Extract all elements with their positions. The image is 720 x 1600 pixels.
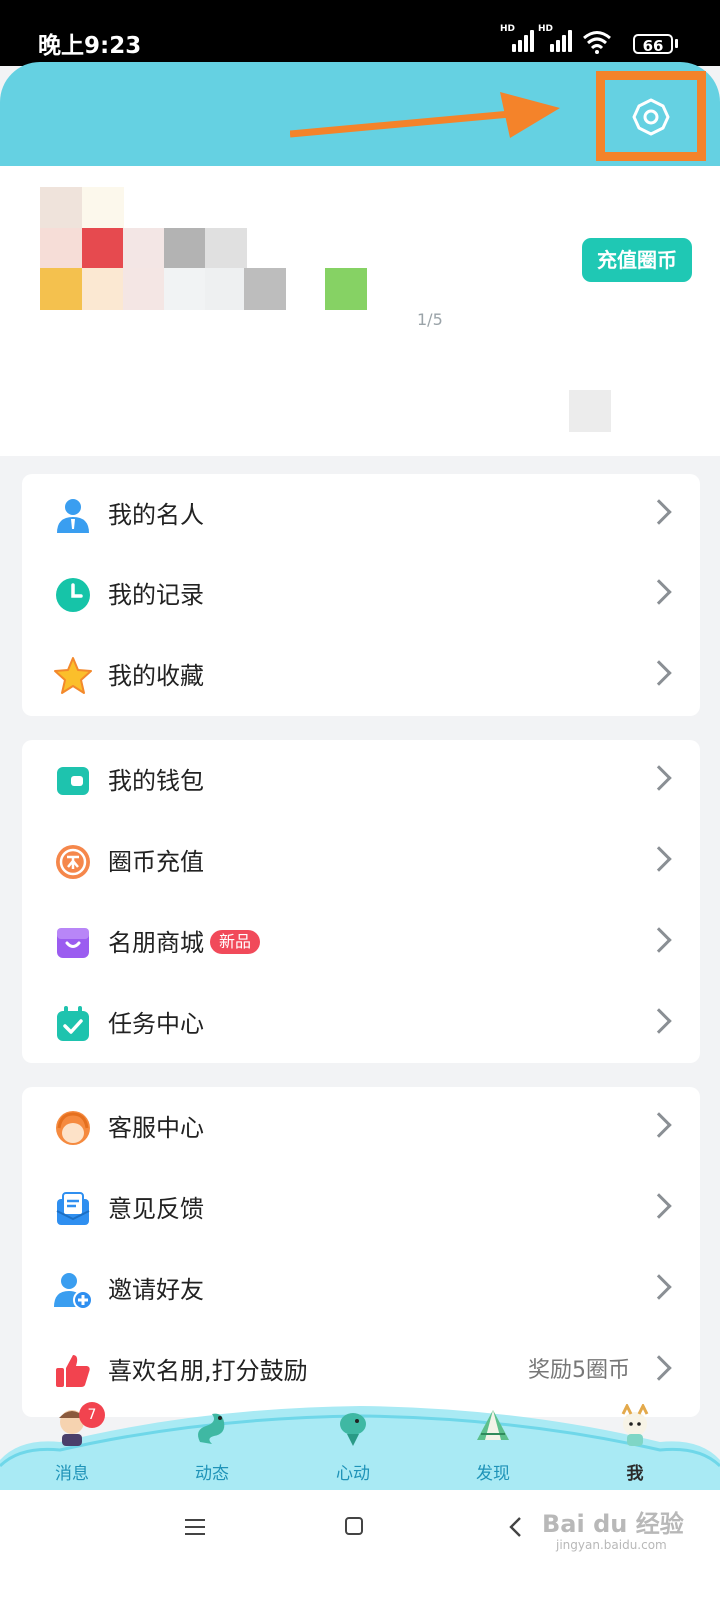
tab-label: 消息 [55,1464,89,1484]
system-nav-bar: Bai du 经验 jingyan.baidu.com [0,1490,720,1600]
profile-card [0,166,720,456]
chevron-right-icon [646,846,672,872]
menu-item-my-celebrities[interactable]: 我的名人 [22,474,700,556]
menu-item-coin-recharge[interactable]: 圈币充值 [22,821,700,903]
battery-indicator: 66 [633,34,673,55]
coin-icon [56,845,90,879]
back-icon[interactable] [508,1516,522,1538]
tab-me[interactable]: 我 [590,1404,680,1490]
chevron-right-icon [646,499,672,525]
tab-label: 发现 [476,1464,510,1484]
menu-item-label: 名朋商城 新品 [108,902,261,984]
recharge-button[interactable]: 充值圈币 [582,238,692,282]
clock-icon [56,578,90,612]
wifi-icon [583,31,611,54]
menu-card-personal: 我的名人 我的记录 我的收藏 [22,474,700,716]
dragon-icon [198,1413,225,1444]
chevron-right-icon [646,1274,672,1300]
menu-item-task-center[interactable]: 任务中心 [22,983,700,1065]
menu-item-customer-service[interactable]: 客服中心 [22,1087,700,1169]
menu-item-label: 我的收藏 [108,662,204,690]
chevron-right-icon [646,1112,672,1138]
support-icon [56,1111,90,1145]
chevron-right-icon [646,660,672,686]
message-badge: 7 [79,1402,105,1428]
menu-item-label: 意见反馈 [108,1195,204,1223]
wallet-icon [57,767,89,795]
rice-dumpling-icon [477,1410,509,1440]
menu-item-my-wallet[interactable]: 我的钱包 [22,740,700,822]
menu-item-label: 邀请好友 [108,1276,204,1304]
annotation-arrow [290,92,560,138]
menu-item-my-records[interactable]: 我的记录 [22,554,700,636]
tab-heartbeat[interactable]: 心动 [308,1410,398,1490]
new-badge: 新品 [210,930,261,954]
menu-item-invite-friends[interactable]: 邀请好友 [22,1249,700,1331]
chevron-right-icon [646,1193,672,1219]
page-indicator: 1/5 [417,310,443,329]
chevron-right-icon [646,1008,672,1034]
menu-item-label: 客服中心 [108,1114,204,1142]
person-icon [57,499,89,533]
menu-item-my-favorites[interactable]: 我的收藏 [22,635,700,717]
menu-item-label: 我的记录 [108,581,204,609]
fish-icon [340,1413,366,1446]
signal-icon: HD [500,24,536,52]
menu-icon[interactable] [184,1518,206,1536]
menu-card-support: 客服中心 意见反馈 邀请好友 喜欢名朋,打分鼓励 奖励5圈币 [22,1087,700,1417]
character-dragon-icon [621,1404,649,1446]
menu-card-wallet: 我的钱包 圈币充值 名朋商城 新品 任务中心 [22,740,700,1063]
chevron-right-icon [646,765,672,791]
shop-icon [57,928,89,958]
menu-item-label: 圈币充值 [108,848,204,876]
chevron-right-icon [646,1355,672,1381]
tab-bar: 7 消息 动态 心动 发现 我 [0,1402,720,1490]
menu-item-label: 我的名人 [108,501,204,529]
tab-discover[interactable]: 发现 [448,1410,538,1490]
watermark-brand: Bai du 经验 [542,1510,684,1538]
tab-label: 心动 [336,1464,370,1484]
home-icon[interactable] [344,1516,364,1536]
status-time: 晚上9:23 [38,33,142,59]
highlight-box [596,71,706,161]
invite-user-icon [54,1273,93,1310]
tab-messages[interactable]: 7 消息 [27,1402,117,1490]
tab-label: 我 [626,1464,644,1484]
status-bar: 晚上9:23 HD HD 66 [0,0,720,66]
menu-item-label: 我的钱包 [108,767,204,795]
feedback-icon [56,1192,90,1225]
battery-tip [675,39,678,48]
watermark-url: jingyan.baidu.com [556,1538,667,1552]
menu-item-label: 任务中心 [108,1010,204,1038]
thumbs-up-icon [56,1355,90,1387]
chevron-right-icon [646,927,672,953]
tab-label: 动态 [195,1464,229,1484]
menu-item-shop[interactable]: 名朋商城 新品 [22,902,700,984]
chevron-right-icon [646,579,672,605]
tab-feed[interactable]: 动态 [167,1410,257,1490]
star-icon [54,657,92,694]
calendar-check-icon [57,1006,89,1041]
menu-item-feedback[interactable]: 意见反馈 [22,1168,700,1250]
signal-icon: HD [538,24,574,52]
